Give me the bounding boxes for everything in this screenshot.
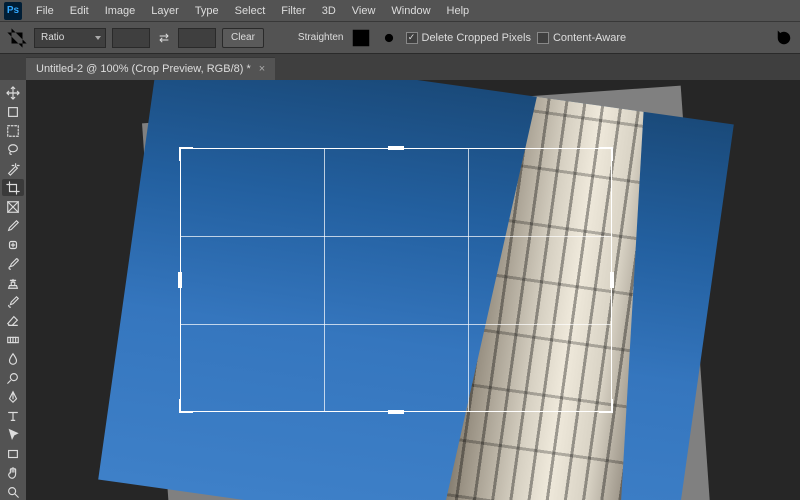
checkbox-unchecked-icon xyxy=(537,32,549,44)
brush-tool[interactable] xyxy=(2,255,24,272)
overlay-options-button[interactable] xyxy=(350,27,372,49)
artboard-tool[interactable] xyxy=(2,103,24,120)
document-tab-title: Untitled-2 @ 100% (Crop Preview, RGB/8) … xyxy=(36,63,251,75)
content-aware-label: Content-Aware xyxy=(553,32,626,44)
reset-button[interactable] xyxy=(774,28,794,48)
zoom-tool[interactable] xyxy=(2,483,24,500)
crop-tool-icon xyxy=(6,27,28,49)
dodge-tool[interactable] xyxy=(2,369,24,386)
path-select-tool[interactable] xyxy=(2,426,24,443)
straighten-label: Straighten xyxy=(298,32,344,43)
menu-help[interactable]: Help xyxy=(439,3,478,19)
delete-cropped-label: Delete Cropped Pixels xyxy=(422,32,531,44)
crop-handle-top-left[interactable] xyxy=(179,147,193,161)
menu-file[interactable]: File xyxy=(28,3,62,19)
menu-type[interactable]: Type xyxy=(187,3,227,19)
menu-image[interactable]: Image xyxy=(97,3,144,19)
clone-stamp-tool[interactable] xyxy=(2,274,24,291)
menu-layer[interactable]: Layer xyxy=(143,3,187,19)
menu-edit[interactable]: Edit xyxy=(62,3,97,19)
crop-handle-bottom-right[interactable] xyxy=(599,399,613,413)
crop-handle-top-right[interactable] xyxy=(599,147,613,161)
crop-height-input[interactable] xyxy=(178,28,216,48)
blur-tool[interactable] xyxy=(2,350,24,367)
menu-bar: Ps File Edit Image Layer Type Select Fil… xyxy=(0,0,800,22)
crop-handle-left[interactable] xyxy=(178,272,182,288)
gradient-tool[interactable] xyxy=(2,331,24,348)
hand-tool[interactable] xyxy=(2,464,24,481)
menu-view[interactable]: View xyxy=(344,3,384,19)
menu-window[interactable]: Window xyxy=(383,3,438,19)
crop-handle-top[interactable] xyxy=(388,146,404,150)
magic-wand-tool[interactable] xyxy=(2,160,24,177)
straighten-icon[interactable] xyxy=(270,27,292,49)
menu-filter[interactable]: Filter xyxy=(273,3,313,19)
eyedropper-tool[interactable] xyxy=(2,217,24,234)
document-tab-bar: Untitled-2 @ 100% (Crop Preview, RGB/8) … xyxy=(0,54,800,80)
checkbox-checked-icon: ✓ xyxy=(406,32,418,44)
canvas-area[interactable] xyxy=(26,80,800,500)
pen-tool[interactable] xyxy=(2,388,24,405)
clear-button[interactable]: Clear xyxy=(222,28,264,48)
crop-handle-right[interactable] xyxy=(610,272,614,288)
crop-handle-bottom-left[interactable] xyxy=(179,399,193,413)
frame-tool[interactable] xyxy=(2,198,24,215)
swap-dimensions-button[interactable]: ⇄ xyxy=(156,30,172,46)
type-tool[interactable] xyxy=(2,407,24,424)
content-aware-checkbox[interactable]: Content-Aware xyxy=(537,32,626,44)
crop-settings-button[interactable] xyxy=(378,27,400,49)
aspect-ratio-dropdown[interactable]: Ratio xyxy=(34,28,106,48)
crop-overlay[interactable] xyxy=(180,148,612,412)
document-tab[interactable]: Untitled-2 @ 100% (Crop Preview, RGB/8) … xyxy=(26,57,275,80)
spot-heal-tool[interactable] xyxy=(2,236,24,253)
lasso-tool[interactable] xyxy=(2,141,24,158)
document-canvas[interactable] xyxy=(156,104,696,500)
app-logo: Ps xyxy=(4,2,22,20)
crop-handle-bottom[interactable] xyxy=(388,410,404,414)
marquee-tool[interactable] xyxy=(2,122,24,139)
eraser-tool[interactable] xyxy=(2,312,24,329)
close-tab-icon[interactable]: × xyxy=(259,63,265,75)
delete-cropped-checkbox[interactable]: ✓ Delete Cropped Pixels xyxy=(406,32,531,44)
crop-tool[interactable] xyxy=(2,179,24,196)
crop-width-input[interactable] xyxy=(112,28,150,48)
menu-3d[interactable]: 3D xyxy=(314,3,344,19)
history-brush-tool[interactable] xyxy=(2,293,24,310)
tools-panel xyxy=(0,80,26,500)
rectangle-tool[interactable] xyxy=(2,445,24,462)
move-tool[interactable] xyxy=(2,84,24,101)
menu-select[interactable]: Select xyxy=(227,3,274,19)
options-bar: Ratio ⇄ Clear Straighten ✓ Delete Croppe… xyxy=(0,22,800,54)
